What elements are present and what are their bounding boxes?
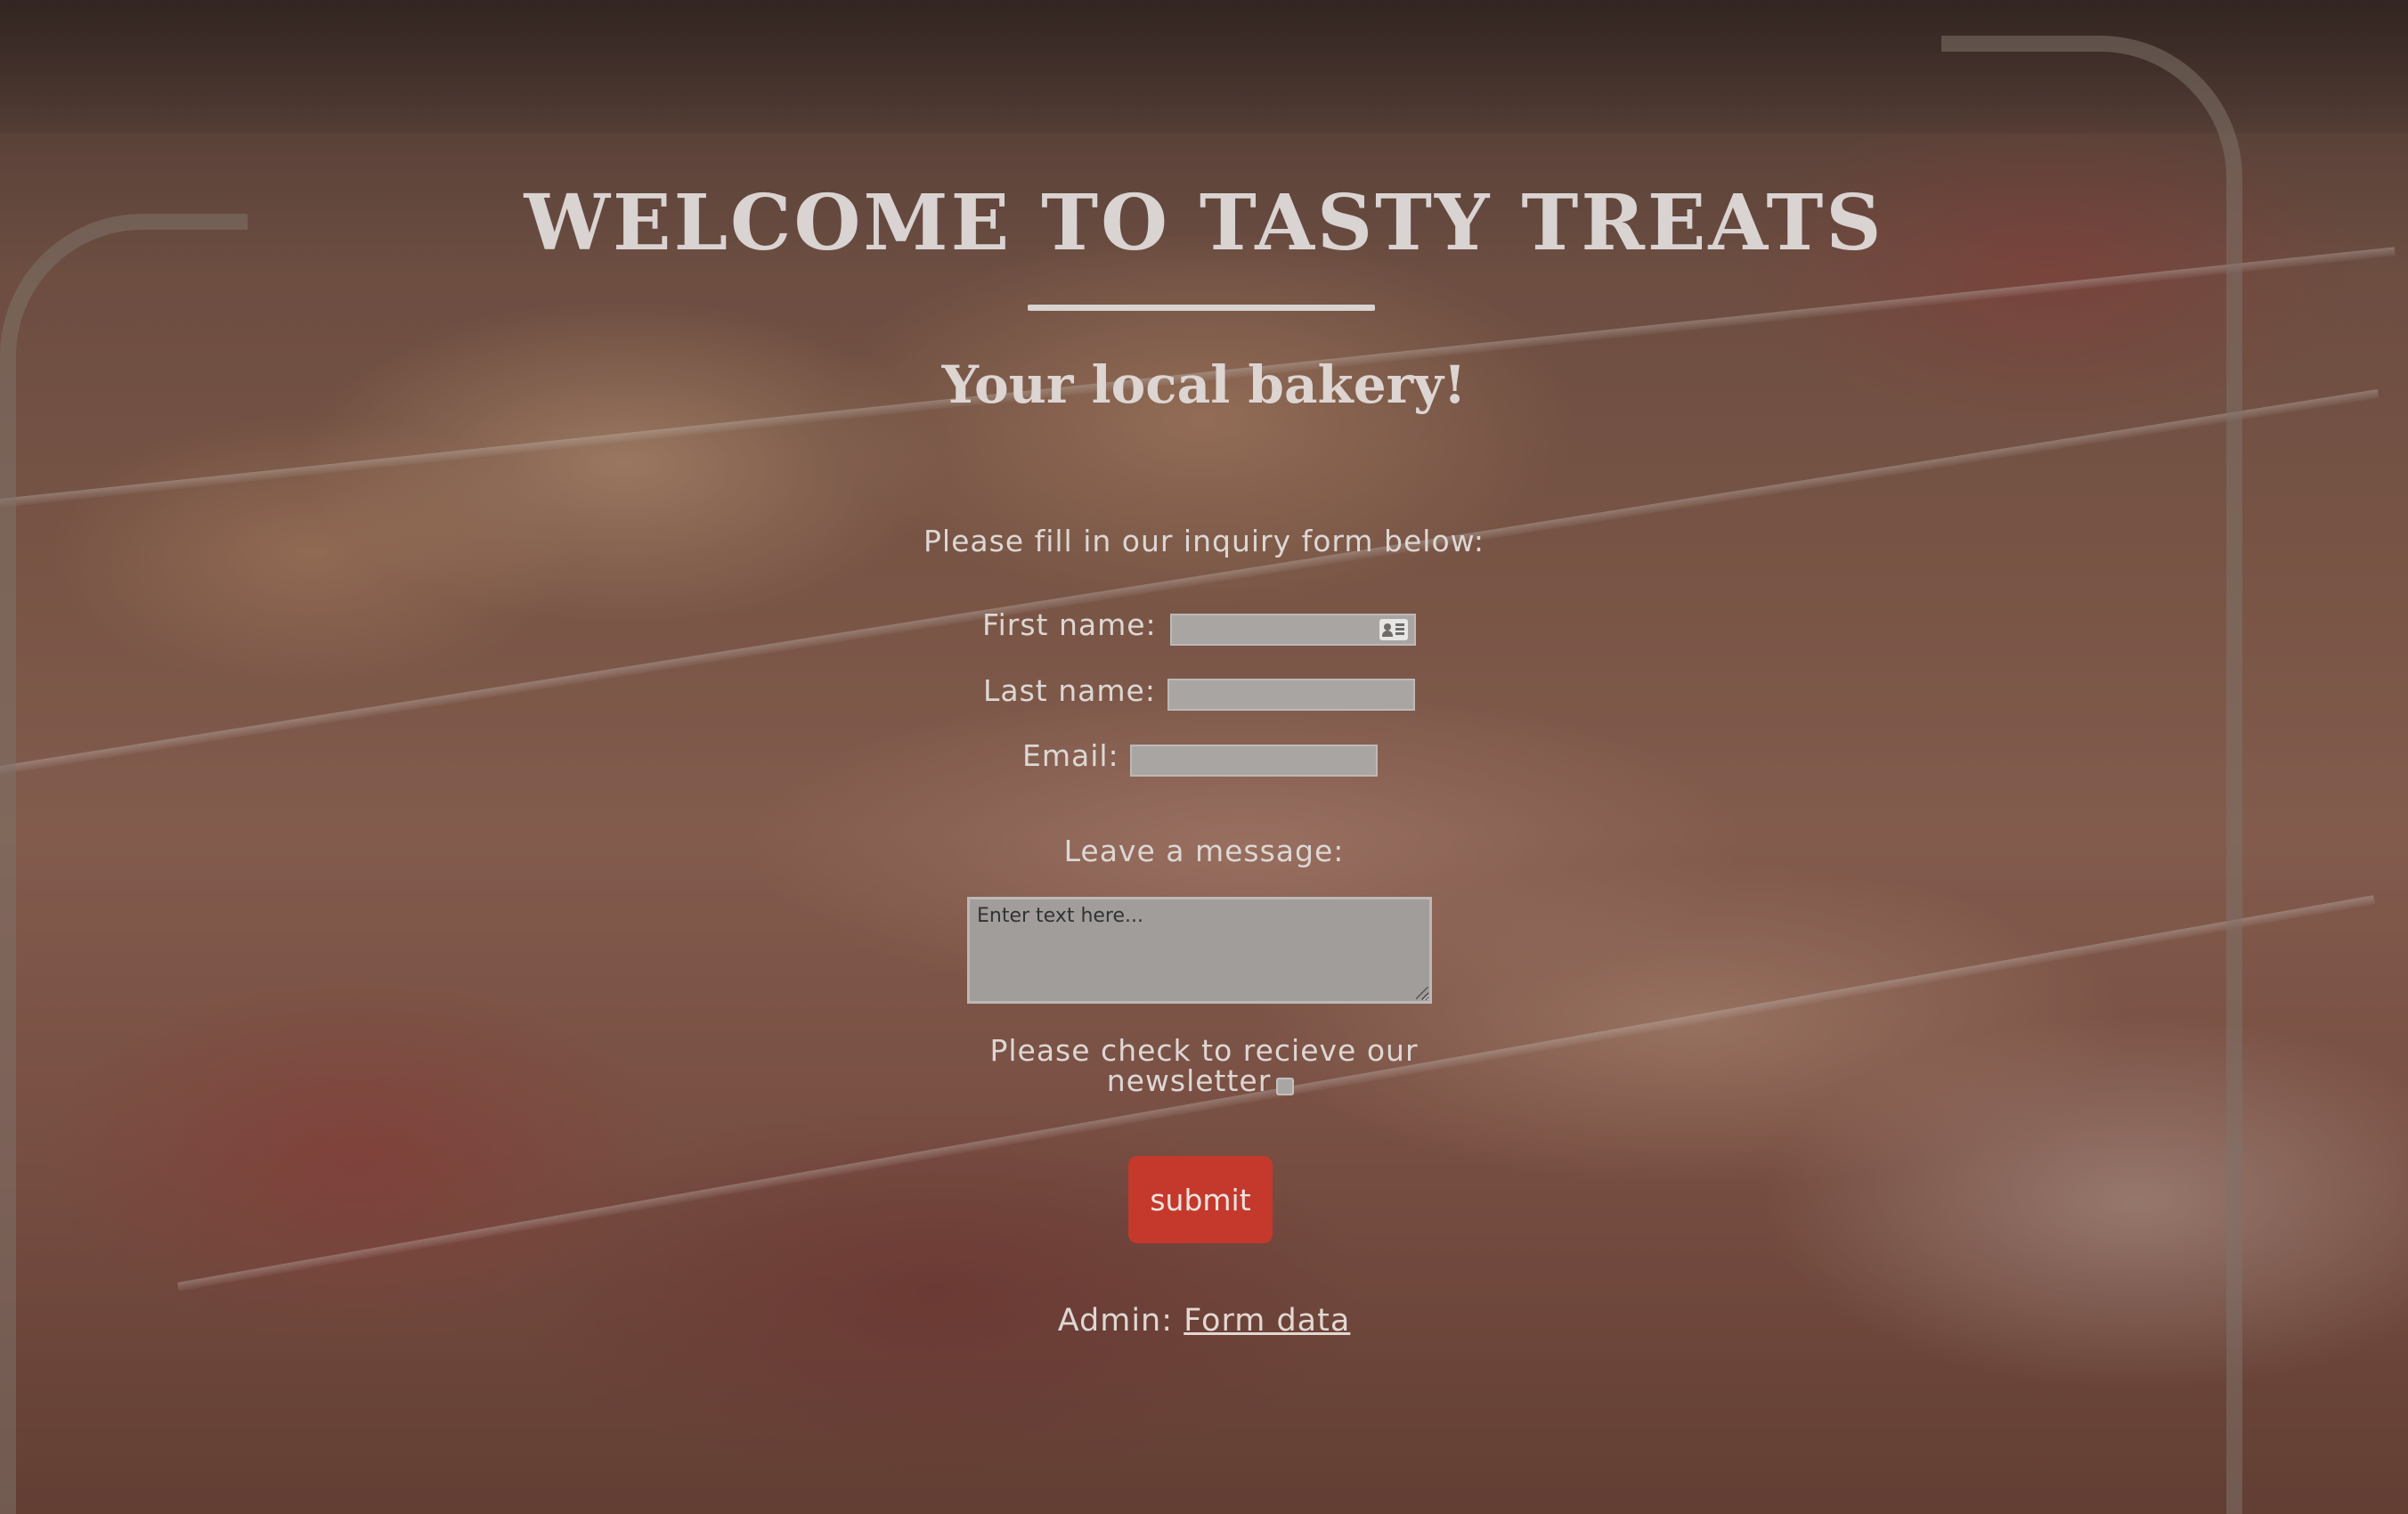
email-label: Email: xyxy=(1022,738,1119,773)
last-name-input[interactable] xyxy=(1167,679,1415,711)
newsletter-checkbox[interactable] xyxy=(1276,1078,1294,1095)
message-textarea[interactable] xyxy=(967,897,1432,1004)
form-intro: Please fill in our inquiry form below: xyxy=(923,524,1485,558)
message-label: Leave a message: xyxy=(1063,834,1345,868)
newsletter-label-line2: newsletter xyxy=(1106,1063,1272,1098)
admin-links: Admin: Form data xyxy=(0,1303,2408,1339)
email-input[interactable] xyxy=(1130,745,1378,777)
title-divider xyxy=(1028,305,1375,311)
first-name-label: First name: xyxy=(982,607,1157,642)
submit-button[interactable]: submit xyxy=(1128,1156,1273,1243)
textarea-resize-handle[interactable] xyxy=(1416,987,1428,999)
page-subtitle: Your local bakery! xyxy=(941,354,1467,415)
admin-label: Admin: xyxy=(1057,1303,1174,1339)
contact-card-icon[interactable] xyxy=(1379,619,1408,640)
newsletter-label-line1: Please check to recieve our xyxy=(989,1033,1419,1068)
form-data-link[interactable]: Form data xyxy=(1184,1303,1350,1339)
last-name-label: Last name: xyxy=(983,673,1156,708)
newsletter-label: Please check to recieve our newsletter xyxy=(0,1036,2408,1096)
page-title: WELCOME TO TASTY TREATS xyxy=(524,178,1884,268)
